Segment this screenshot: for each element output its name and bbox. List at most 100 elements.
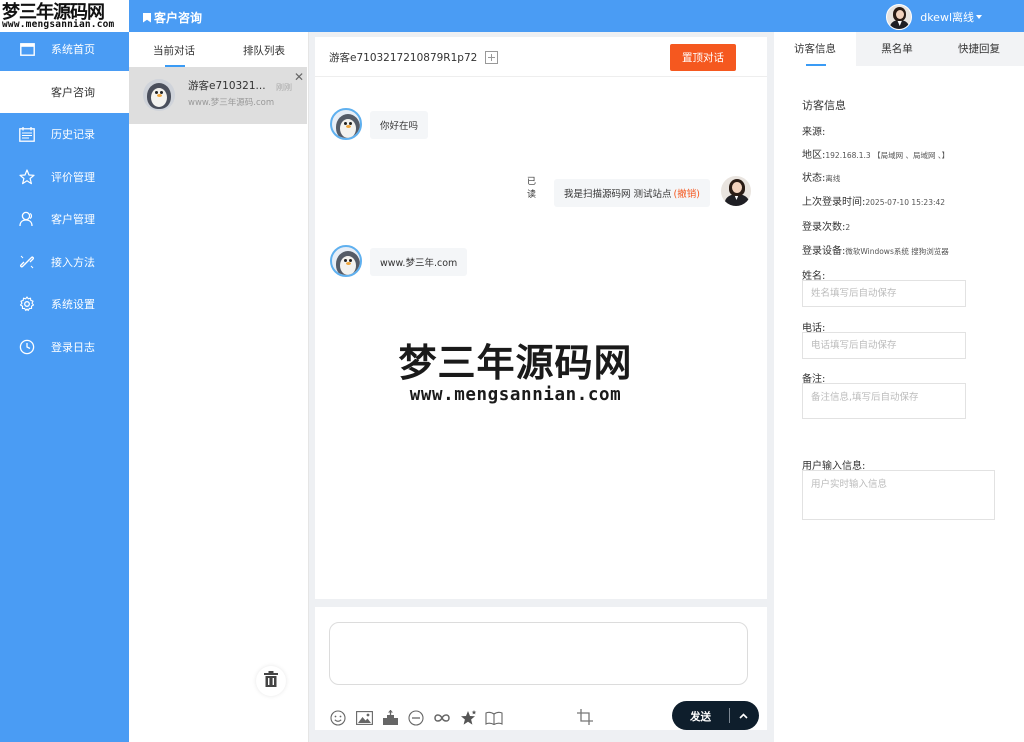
visitor-avatar <box>330 245 362 277</box>
info-status-label: 状态: <box>802 173 826 184</box>
sidebar-item-reviews[interactable]: 评价管理 <box>0 160 129 194</box>
page-title: 客户咨询 <box>143 9 202 26</box>
watermark: 梦三年源码网 www.mengsannian.com <box>393 332 638 405</box>
info-tabs: 访客信息 黑名单 快捷回复 <box>774 32 1024 66</box>
info-source-label: 来源: <box>802 127 826 138</box>
note-field[interactable] <box>802 383 966 419</box>
guest-id: 游客e7103217210879R1p72 <box>329 52 478 64</box>
sidebar-item-label: 客户管理 <box>51 213 95 226</box>
message-bubble: 我是扫描源码网 测试站点 (撤销) <box>554 179 710 207</box>
info-source: 来源: <box>802 123 825 138</box>
sidebar-item-settings[interactable]: 系统设置 <box>0 287 129 321</box>
add-icon[interactable] <box>485 51 499 64</box>
watermark-url: www.mengsannian.com <box>409 385 622 405</box>
conversation-item[interactable]: 游客e710321... www.梦三年源码.com 刚刚 ✕ <box>129 67 307 124</box>
compose-toolbar <box>329 709 503 727</box>
sidebar-item-label: 系统首页 <box>51 43 95 56</box>
emoji-icon[interactable] <box>329 709 347 727</box>
chat-window: 游客e7103217210879R1p72 置顶对话 你好在吗 已读 我是扫描源… <box>315 37 767 599</box>
recall-link[interactable]: (撤销) <box>674 186 700 200</box>
page-title-label: 客户咨询 <box>154 11 203 25</box>
tab-queue-list[interactable]: 排队列表 <box>219 32 309 67</box>
info-last-login-label: 上次登录时间: <box>802 197 866 208</box>
clock-icon <box>18 338 36 356</box>
user-icon <box>18 210 36 228</box>
tab-current-conversations[interactable]: 当前对话 <box>129 32 219 67</box>
sidebar-item-label: 接入方法 <box>51 256 95 269</box>
info-region-value: 192.168.1.3 【局域网 、局域网 、】 <box>825 151 950 160</box>
conversation-source: www.梦三年源码.com <box>188 98 275 108</box>
crop-icon[interactable] <box>577 709 593 725</box>
conversation-time: 刚刚 <box>276 83 292 92</box>
sidebar-item-home[interactable]: 系统首页 <box>0 32 129 66</box>
visitor-info-panel: 访客信息 黑名单 快捷回复 访客信息 来源: 地区:192.168.1.3 【局… <box>774 32 1024 742</box>
user-menu[interactable]: dkewl离线 <box>886 4 982 30</box>
compose-area: 发送 <box>315 607 767 730</box>
site-logo: 梦三年源码网 www.mengsannian.com <box>0 0 129 32</box>
info-device-value: 微软Windows系统 搜狗浏览器 <box>845 247 949 256</box>
sidebar-item-login-log[interactable]: 登录日志 <box>0 330 129 364</box>
sidebar-item-consult[interactable]: 客户咨询 <box>0 71 129 113</box>
info-region-label: 地区: <box>802 150 826 161</box>
book-icon[interactable] <box>485 709 503 727</box>
phone-field[interactable] <box>802 332 966 359</box>
pin-conversation-button[interactable]: 置顶对话 <box>670 44 736 71</box>
info-login-count: 登录次数:2 <box>802 218 850 233</box>
chevron-up-icon[interactable] <box>739 710 748 722</box>
watermark-title: 梦三年源码网 <box>398 340 633 385</box>
read-status: 已读 <box>527 177 537 200</box>
agent-avatar <box>720 175 752 207</box>
calendar-list-icon <box>18 125 36 143</box>
sidebar-item-label: 登录日志 <box>51 341 95 354</box>
info-device-label: 登录设备: <box>802 246 846 257</box>
minus-circle-icon[interactable] <box>407 709 425 727</box>
trash-icon <box>264 671 278 691</box>
sidebar-item-label: 评价管理 <box>51 171 95 184</box>
image-icon[interactable] <box>355 709 373 727</box>
name-field[interactable] <box>802 280 966 307</box>
message-bubble: www.梦三年.com <box>370 248 468 276</box>
sidebar-item-access[interactable]: 接入方法 <box>0 245 129 279</box>
sidebar-item-history[interactable]: 历史记录 <box>0 117 129 151</box>
logo-url: www.mengsannian.com <box>2 19 115 30</box>
visitor-avatar <box>330 108 362 140</box>
send-divider <box>729 708 730 723</box>
window-icon <box>18 40 36 58</box>
send-button[interactable]: 发送 <box>672 701 759 730</box>
conversation-tabs: 当前对话 排队列表 <box>129 32 309 67</box>
delete-button[interactable] <box>256 666 286 696</box>
file-transfer-icon[interactable] <box>381 709 399 727</box>
sidebar-item-label: 客户咨询 <box>51 86 95 99</box>
sidebar-item-label: 历史记录 <box>51 128 95 141</box>
gear-icon <box>18 295 36 313</box>
star-rating-icon[interactable] <box>459 709 477 727</box>
info-status-value: 离线 <box>825 174 841 183</box>
visitor-avatar <box>143 79 175 111</box>
sidebar-item-label: 系统设置 <box>51 298 95 311</box>
username-dropdown[interactable]: dkewl离线 <box>920 9 982 25</box>
info-heading: 访客信息 <box>802 99 846 112</box>
message-text: 我是扫描源码网 测试站点 <box>564 189 672 200</box>
info-status: 状态:离线 <box>802 169 840 184</box>
info-last-login: 上次登录时间:2025-07-10 15:23:42 <box>802 193 945 208</box>
tab-visitor-info[interactable]: 访客信息 <box>774 32 856 66</box>
info-region: 地区:192.168.1.3 【局域网 、局域网 、】 <box>802 146 949 161</box>
info-device: 登录设备:微软Windows系统 搜狗浏览器 <box>802 242 949 257</box>
avatar <box>886 4 913 30</box>
info-last-login-value: 2025-07-10 15:23:42 <box>865 198 946 207</box>
conversation-name: 游客e710321... <box>188 80 266 92</box>
tab-blacklist[interactable]: 黑名单 <box>856 32 938 66</box>
username: dkewl离线 <box>920 11 974 24</box>
infinity-icon[interactable] <box>433 709 451 727</box>
tab-quick-reply[interactable]: 快捷回复 <box>938 32 1020 66</box>
chat-guest: 游客e7103217210879R1p72 <box>329 50 499 65</box>
info-login-count-value: 2 <box>845 223 851 232</box>
close-icon[interactable]: ✕ <box>294 70 304 84</box>
message-input[interactable] <box>329 622 748 685</box>
message-bubble: 你好在吗 <box>370 111 429 139</box>
message-text: 你好在吗 <box>380 121 419 132</box>
star-icon <box>18 168 36 186</box>
sidebar-item-customers[interactable]: 客户管理 <box>0 202 129 236</box>
message-text: www.梦三年.com <box>380 258 458 269</box>
user-input-field[interactable] <box>802 470 995 520</box>
